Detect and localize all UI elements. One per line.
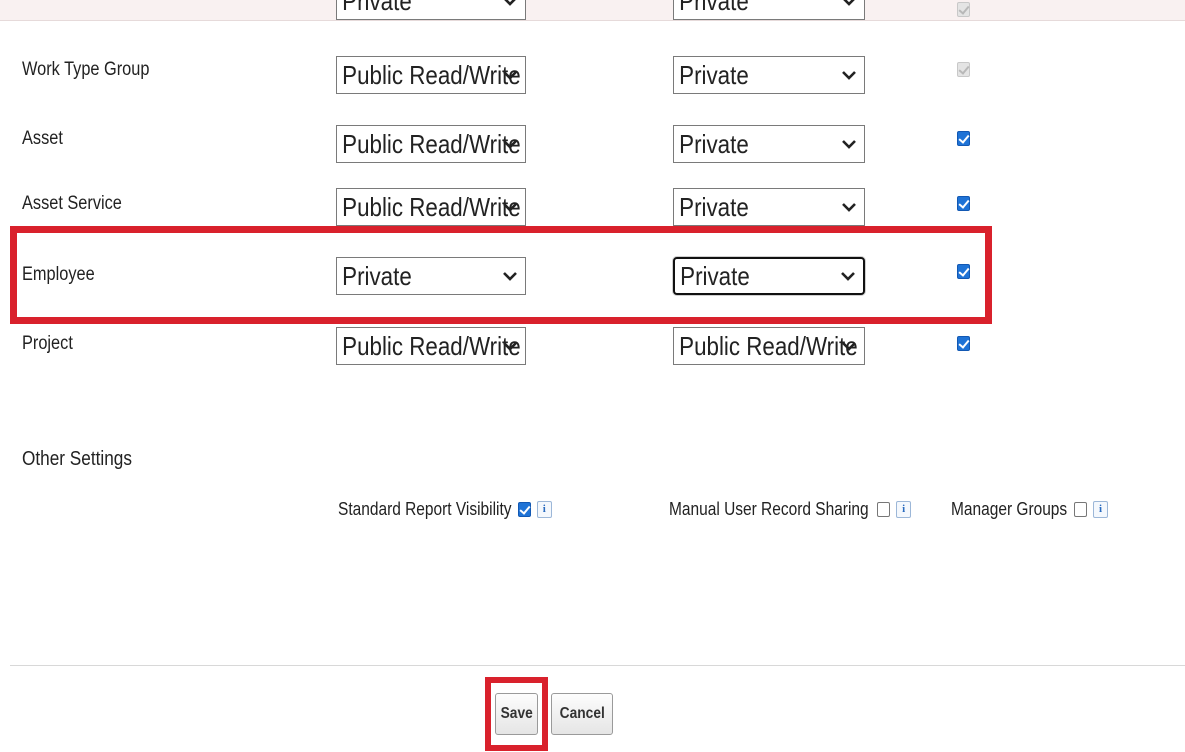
info-icon[interactable]: i [536, 500, 552, 518]
default-access-select[interactable]: Public Read/Write [336, 56, 526, 94]
standard-report-visibility-checkbox[interactable] [517, 501, 531, 517]
grant-hierarchy-checkbox[interactable] [957, 196, 970, 211]
default-access-select[interactable]: Public Read/Write [336, 188, 526, 226]
default-access-value: Public Read/Write [342, 128, 521, 159]
chevron-down-icon [842, 203, 856, 212]
default-access-select[interactable]: Private [336, 0, 526, 20]
manual-user-record-sharing-checkbox[interactable] [877, 501, 891, 517]
default-access-value: Public Read/Write [342, 191, 521, 222]
grant-hierarchy-checkbox [957, 2, 970, 17]
manager-groups-option: Manager Groups i [951, 497, 1109, 521]
chevron-down-icon [504, 0, 516, 6]
row-label: Work Type Group [22, 59, 150, 80]
grant-hierarchy-checkbox [957, 62, 970, 77]
default-access-select[interactable]: Public Read/Write [336, 327, 526, 365]
cancel-button-label: Cancel [559, 705, 605, 722]
grant-hierarchy-checkbox[interactable] [957, 336, 970, 351]
default-access-value: Private [342, 0, 412, 16]
default-access-value: Public Read/Write [342, 330, 521, 361]
external-access-value: Public Read/Write [679, 330, 858, 361]
other-settings-title: Other Settings [22, 448, 132, 470]
external-access-select[interactable]: Private [673, 188, 865, 226]
standard-report-visibility-label: Standard Report Visibility [338, 498, 512, 519]
chevron-down-icon [503, 203, 517, 212]
external-access-value: Private [679, 0, 749, 16]
chevron-down-icon [843, 0, 855, 6]
cancel-button[interactable]: Cancel [551, 693, 613, 735]
grant-hierarchy-checkbox[interactable] [957, 131, 970, 146]
row-label: Project [22, 333, 73, 354]
employee-row-highlight [10, 226, 992, 324]
manager-groups-label: Manager Groups [951, 498, 1068, 519]
row-label: Asset [22, 128, 63, 149]
external-access-value: Private [679, 191, 749, 222]
standard-report-visibility-option: Standard Report Visibility i [338, 497, 552, 521]
sharing-settings-panel: Private Private Work Type Group Public R… [0, 0, 1185, 751]
save-button-highlight [485, 677, 548, 751]
info-icon[interactable]: i [1093, 500, 1109, 518]
chevron-down-icon [503, 71, 517, 80]
chevron-down-icon [842, 342, 856, 351]
external-access-select[interactable]: Private [673, 56, 865, 94]
default-access-value: Public Read/Write [342, 59, 521, 90]
manager-groups-checkbox[interactable] [1074, 501, 1088, 517]
chevron-down-icon [503, 140, 517, 149]
chevron-down-icon [842, 140, 856, 149]
row-label: Asset Service [22, 193, 122, 214]
external-access-value: Private [679, 59, 749, 90]
external-access-select[interactable]: Private [673, 125, 865, 163]
info-icon[interactable]: i [896, 500, 912, 518]
manual-user-record-sharing-option: Manual User Record Sharing i [669, 497, 912, 521]
external-access-value: Private [679, 128, 749, 159]
external-access-select[interactable]: Private [673, 0, 865, 20]
chevron-down-icon [842, 71, 856, 80]
chevron-down-icon [503, 342, 517, 351]
clipped-top-row: Private Private [0, 0, 1185, 20]
external-access-select[interactable]: Public Read/Write [673, 327, 865, 365]
default-access-select[interactable]: Public Read/Write [336, 125, 526, 163]
manual-user-record-sharing-label: Manual User Record Sharing [669, 498, 869, 519]
